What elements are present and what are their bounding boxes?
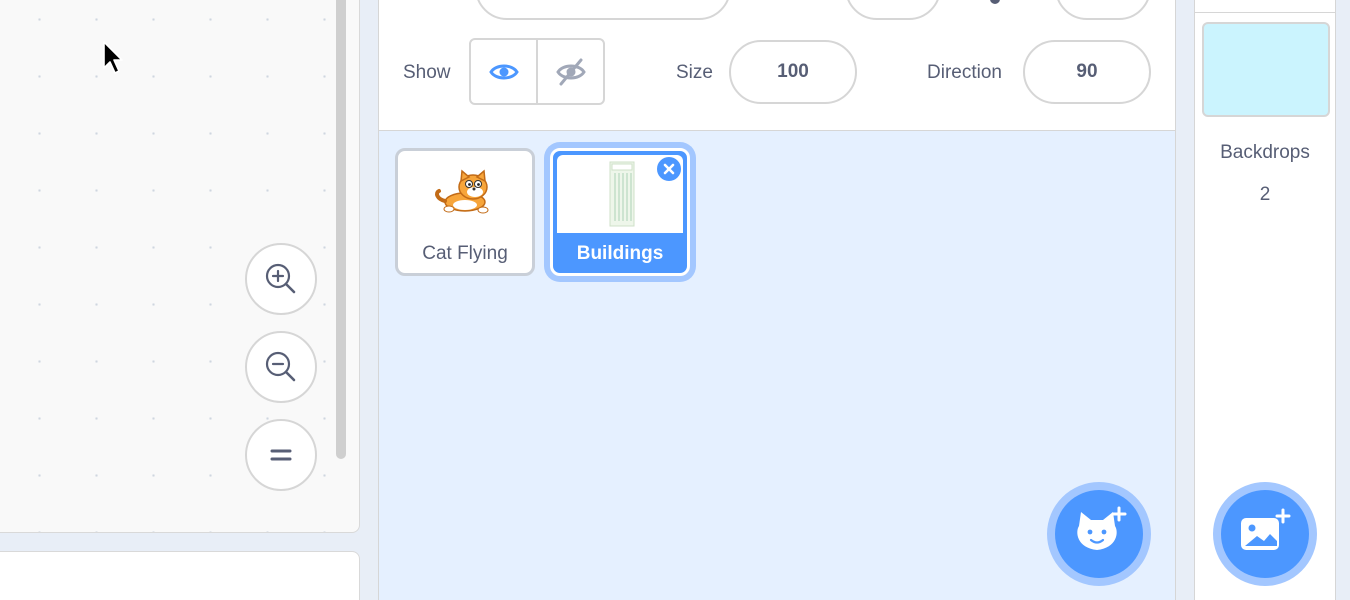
zoom-out-button[interactable] — [245, 331, 317, 403]
eye-slash-icon — [555, 58, 586, 85]
add-backdrop-button[interactable] — [1213, 482, 1317, 586]
sprite-name: Buildings — [576, 243, 664, 264]
zoom-in-button[interactable] — [245, 243, 317, 315]
equals-icon — [270, 449, 292, 461]
mouse-cursor-icon — [103, 41, 123, 74]
hide-sprite-button[interactable] — [536, 40, 603, 103]
size-field[interactable]: 100 — [729, 40, 857, 104]
sprite-tile-buildings[interactable]: Buildings — [550, 148, 690, 276]
zoom-in-icon — [265, 263, 296, 294]
add-sprite-button[interactable] — [1047, 482, 1151, 586]
eye-icon — [488, 64, 519, 79]
cat-sprite-thumbnail — [435, 169, 489, 214]
stage-backdrop-thumbnail[interactable] — [1202, 22, 1330, 117]
show-label: Show — [403, 62, 451, 83]
visibility-toggle — [469, 38, 605, 105]
sprite-name: Cat Flying — [422, 243, 508, 264]
show-sprite-button[interactable] — [471, 40, 536, 103]
sprite-name-field[interactable] — [475, 0, 731, 20]
cat-plus-icon — [1077, 506, 1127, 550]
delete-sprite-button[interactable] — [655, 155, 683, 183]
zoom-out-icon — [265, 351, 296, 382]
buildings-sprite-thumbnail — [609, 161, 635, 227]
zoom-reset-button[interactable] — [245, 419, 317, 491]
backdrops-label: Backdrops — [1220, 142, 1310, 163]
stage-header-divider — [1195, 12, 1335, 13]
lower-left-panel — [0, 551, 360, 600]
close-icon — [663, 163, 675, 175]
workspace-scrollbar[interactable] — [336, 0, 346, 459]
image-plus-icon — [1241, 508, 1291, 550]
direction-field[interactable]: 90 — [1023, 40, 1151, 104]
size-label: Size — [676, 62, 713, 83]
sprite-tile-cat-flying[interactable]: Cat Flying — [395, 148, 535, 276]
backdrops-count: 2 — [1259, 184, 1271, 205]
scratch-editor: Show Size 100 Direction 90 Cat Flying Bu… — [0, 0, 1350, 600]
direction-label: Direction — [927, 62, 1002, 83]
